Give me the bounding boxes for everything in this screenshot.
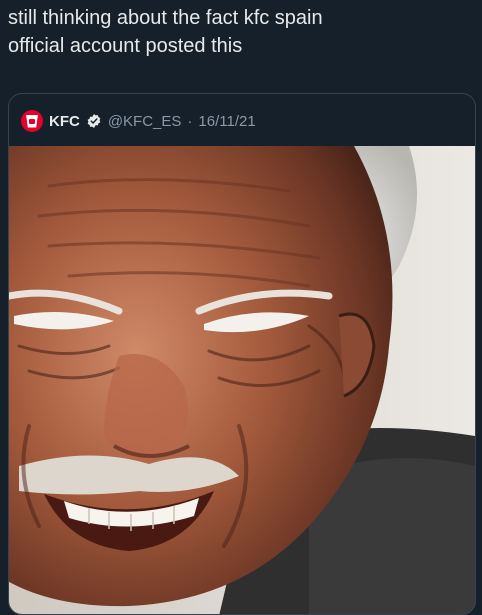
account-handle[interactable]: @KFC_ES	[108, 113, 182, 130]
tweet-media-image[interactable]	[9, 146, 475, 614]
header-separator: ·	[187, 112, 193, 130]
old-man-photo-icon	[9, 146, 475, 614]
kfc-avatar-icon[interactable]	[21, 110, 43, 132]
account-name[interactable]: KFC	[49, 113, 80, 130]
post-text: still thinking about the fact kfc spain …	[8, 7, 323, 57]
verified-badge-icon	[87, 114, 101, 128]
quoted-tweet-card[interactable]: KFC @KFC_ES · 16/11/21	[8, 93, 476, 615]
quoted-tweet-header: KFC @KFC_ES · 16/11/21	[21, 110, 256, 132]
tweet-date[interactable]: 16/11/21	[198, 113, 255, 130]
